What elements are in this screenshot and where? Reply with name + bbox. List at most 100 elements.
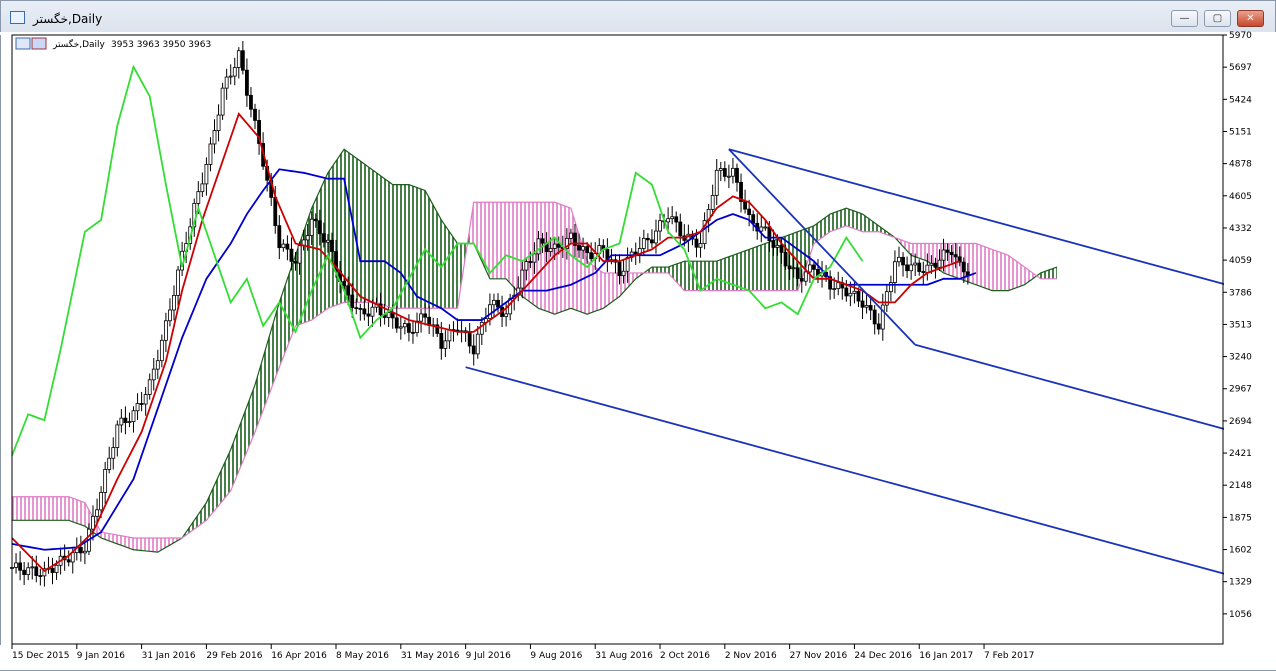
candle-body — [520, 269, 525, 289]
candle-body — [204, 164, 209, 185]
candle-body — [285, 243, 290, 250]
y-tick-label: 2694 — [1229, 417, 1252, 427]
candle-body — [864, 305, 869, 308]
candle-body — [856, 290, 861, 302]
y-tick-label: 3513 — [1229, 320, 1252, 330]
y-tick-label: 1329 — [1229, 578, 1252, 588]
candle-body — [650, 239, 654, 244]
candle-body — [103, 469, 108, 493]
candle-body — [313, 218, 318, 222]
candle-body — [852, 290, 857, 294]
candle-body — [447, 329, 452, 342]
candle-body — [743, 201, 747, 210]
candle-body — [909, 264, 914, 272]
y-tick-label: 5697 — [1229, 63, 1252, 73]
candle-body — [407, 323, 411, 333]
candle-body — [212, 130, 217, 145]
candle-body — [496, 299, 500, 308]
candle-body — [159, 339, 164, 362]
candle-body — [654, 230, 658, 244]
y-tick-label: 2148 — [1229, 481, 1252, 491]
candle-body — [933, 262, 938, 268]
candle-body — [115, 424, 120, 448]
candle-body — [779, 244, 784, 253]
y-tick-label: 4878 — [1229, 160, 1252, 170]
candle-body — [127, 421, 132, 424]
candle-body — [342, 281, 347, 287]
y-tick-label: 1056 — [1229, 610, 1252, 620]
x-tick-label: 16 Jan 2017 — [919, 651, 973, 661]
candle-body — [836, 282, 841, 290]
x-tick-label: 2 Oct 2016 — [660, 651, 710, 661]
candle-body — [937, 259, 942, 268]
candle-body — [107, 457, 112, 470]
price-chart[interactable]: 5970 5697 5424 5151 4878 4605 4332 4059 3786 3513… — [0, 0, 1276, 671]
candle-body — [362, 308, 367, 315]
candle-body — [710, 195, 715, 210]
candle-body — [803, 271, 808, 282]
candle-body — [897, 256, 901, 263]
candle-body — [735, 167, 739, 183]
candle-body — [844, 287, 849, 297]
candle-body — [694, 238, 699, 248]
candle-body — [929, 262, 934, 266]
candle-body — [151, 368, 156, 381]
candle-body — [666, 218, 671, 223]
candle-body — [358, 307, 363, 310]
y-tick-label: 5970 — [1229, 31, 1252, 41]
y-tick-label: 5151 — [1229, 127, 1252, 137]
candle-body — [317, 220, 322, 235]
candle-body — [119, 417, 124, 426]
candle-body — [321, 233, 326, 243]
y-tick-label: 4059 — [1229, 256, 1252, 266]
ohlc-values: 3953 3963 3950 3963 — [111, 40, 211, 50]
candle-body — [799, 278, 804, 282]
candle-body — [621, 270, 626, 277]
candle-body — [281, 243, 286, 249]
y-tick-label: 4605 — [1229, 192, 1252, 202]
x-tick-label: 2 Nov 2016 — [725, 651, 777, 661]
candle-body — [925, 264, 930, 273]
candle-body — [354, 307, 359, 310]
candle-body — [139, 403, 144, 405]
candle-body — [155, 360, 160, 370]
candle-body — [164, 320, 168, 341]
candle-body — [504, 313, 509, 317]
candle-body — [767, 226, 772, 241]
candle-body — [386, 312, 391, 318]
x-tick-label: 31 Jan 2016 — [142, 651, 196, 661]
candle-body — [95, 509, 99, 517]
candle-body — [868, 305, 873, 311]
candle-body — [945, 249, 950, 253]
candle-body — [471, 345, 476, 355]
candle-body — [953, 254, 958, 258]
candle-body — [795, 267, 800, 279]
candle-body — [147, 379, 152, 395]
candle-body — [370, 306, 375, 317]
x-tick-label: 9 Aug 2016 — [530, 651, 582, 661]
candle-body — [232, 67, 237, 77]
candle-body — [54, 564, 59, 573]
candle-body — [249, 94, 253, 110]
y-tick-label: 2421 — [1229, 449, 1252, 459]
candle-body — [411, 331, 415, 334]
candle-body — [240, 50, 245, 71]
candle-body — [577, 244, 581, 251]
candle-body — [917, 262, 922, 272]
chart-properties-icon — [15, 37, 31, 50]
candle-body — [589, 252, 594, 260]
candle-body — [921, 271, 926, 273]
candle-body — [224, 76, 229, 89]
candle-body — [305, 235, 310, 241]
candle-body — [949, 251, 954, 256]
candle-body — [111, 447, 116, 459]
candle-body — [228, 75, 233, 78]
candle-body — [99, 492, 104, 511]
candle-body — [722, 168, 727, 177]
x-tick-label: 7 Feb 2017 — [984, 651, 1034, 661]
candle-body — [876, 323, 881, 330]
y-tick-label: 2967 — [1229, 385, 1252, 395]
candle-body — [747, 208, 752, 216]
candle-body — [670, 216, 675, 220]
candle-body — [532, 253, 537, 263]
